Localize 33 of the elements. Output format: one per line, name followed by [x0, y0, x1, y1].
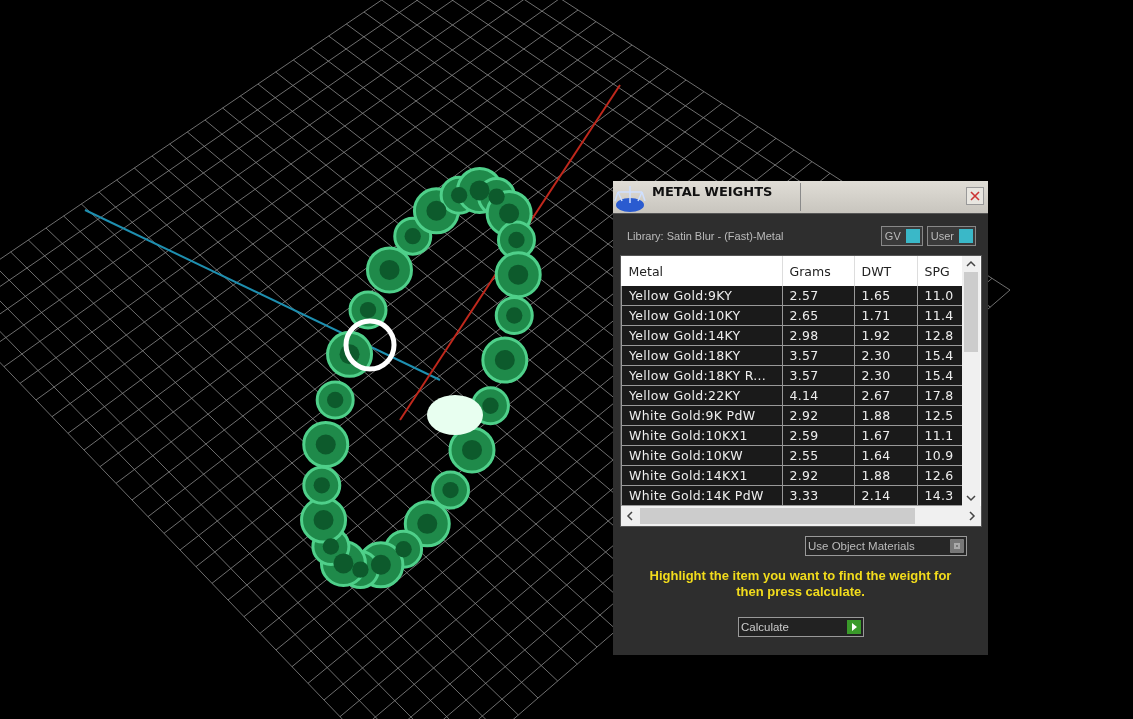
table-cell: White Gold:14KX1	[621, 465, 782, 486]
table-cell: Yellow Gold:14KY	[621, 325, 782, 346]
instruction-text: Highlight the item you want to find the weight for then press calculate.	[648, 568, 953, 600]
play-icon	[847, 620, 861, 634]
scrollbar-thumb[interactable]	[640, 508, 915, 524]
library-label: Library: Satin Blur - (Fast)-Metal	[627, 230, 784, 242]
table-cell: White Gold:10KW	[621, 445, 782, 466]
window-title: METAL WEIGHTS	[651, 183, 774, 199]
table-cell: White Gold:10KX1	[621, 425, 782, 446]
table-cell: Yellow Gold:10KY	[621, 305, 782, 326]
table-cell: Yellow Gold:22KY	[621, 385, 782, 406]
column-header[interactable]: Grams	[782, 256, 854, 286]
table-cell: 1.65	[854, 286, 917, 306]
table-cell: 11.0	[917, 286, 962, 306]
toggle-button[interactable]: GV	[880, 226, 923, 246]
table-cell: Yellow Gold:9KY	[621, 286, 782, 306]
table-cell: Yellow Gold:18KY R...	[621, 365, 782, 386]
column-header[interactable]: Metal	[621, 256, 782, 286]
scale-icon	[614, 183, 646, 213]
close-icon	[970, 191, 980, 201]
table-cell: White Gold:9K PdW	[621, 405, 782, 426]
column-header[interactable]: SPG	[917, 256, 962, 286]
table-cell: White Gold:14K PdW	[621, 485, 782, 506]
calculate-button[interactable]: Calculate	[738, 617, 864, 637]
scrollbar-thumb[interactable]	[964, 272, 978, 352]
column-header[interactable]: DWT	[854, 256, 917, 286]
horizontal-scrollbar[interactable]	[621, 506, 981, 526]
use-object-materials-toggle[interactable]: Use Object Materials	[805, 536, 967, 556]
close-button[interactable]	[966, 187, 984, 205]
table-cell: Yellow Gold:18KY	[621, 345, 782, 366]
table-cell: 2.57	[782, 286, 854, 306]
toggle-button[interactable]: User	[926, 226, 976, 246]
vertical-scrollbar[interactable]	[962, 256, 980, 506]
